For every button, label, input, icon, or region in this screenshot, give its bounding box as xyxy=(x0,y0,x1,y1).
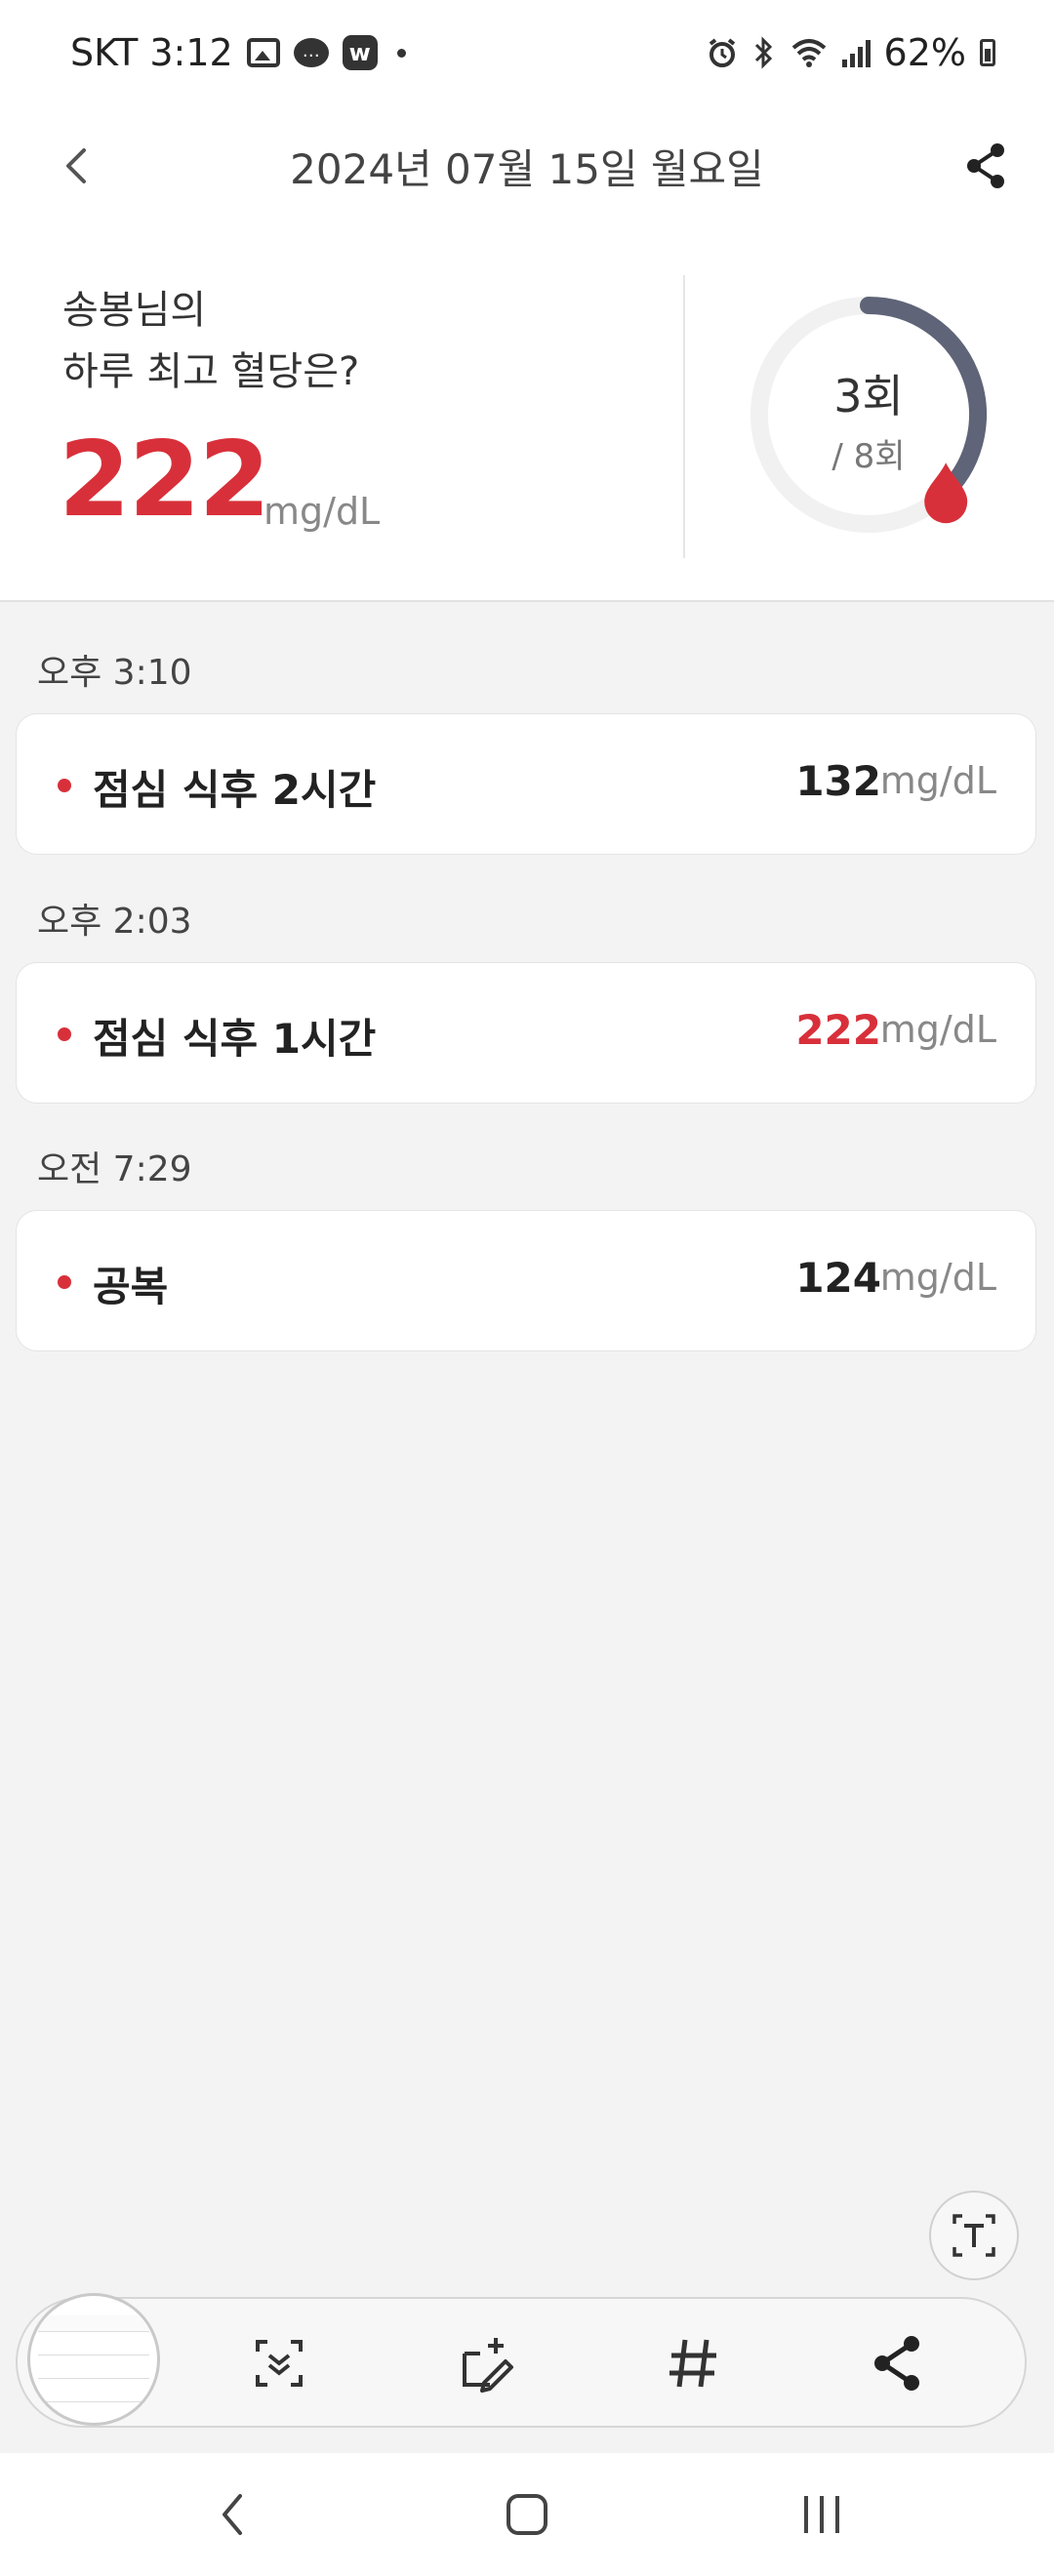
glucose-entry[interactable]: 점심 식후 2시간 132 mg/dL xyxy=(16,713,1036,855)
edit-crop-button[interactable] xyxy=(451,2328,521,2398)
entry-value: 132 xyxy=(795,757,881,805)
entry-label: 공복 xyxy=(93,1263,169,1310)
alarm-icon xyxy=(709,38,735,67)
nav-back-button[interactable] xyxy=(195,2480,273,2549)
share-button[interactable] xyxy=(956,137,1015,195)
glucose-entry[interactable]: 점심 식후 1시간 222 mg/dL xyxy=(16,962,1036,1104)
entry-value: 124 xyxy=(795,1254,881,1302)
hashtag-icon xyxy=(669,2339,716,2388)
measurement-count: 3회 xyxy=(833,370,904,423)
battery-percent: 62% xyxy=(883,31,966,74)
nav-home-icon xyxy=(507,2494,547,2535)
max-glucose-value: 222 xyxy=(59,420,270,540)
text-extract-button[interactable] xyxy=(929,2191,1019,2280)
gallery-icon xyxy=(246,38,280,67)
share-icon xyxy=(967,143,1004,188)
dot-icon xyxy=(396,48,406,58)
entry-unit: mg/dL xyxy=(879,1256,996,1299)
nav-home-button[interactable] xyxy=(488,2480,566,2549)
edit-crop-icon xyxy=(463,2338,513,2393)
daily-summary-card: 송봉님의 하루 최고 혈당은? 222 mg/dL 3회 / 8회 xyxy=(0,224,1054,602)
max-glucose-unit: mg/dL xyxy=(264,490,381,533)
screenshot-toolbar xyxy=(16,2293,1027,2428)
entry-label: 점심 식후 2시간 xyxy=(93,766,377,814)
entry-unit: mg/dL xyxy=(879,1008,996,1051)
system-navigation-bar xyxy=(0,2453,1054,2576)
hashtag-button[interactable] xyxy=(658,2328,728,2398)
glucose-entry[interactable]: 공복 124 mg/dL xyxy=(16,1210,1036,1351)
scroll-capture-button[interactable] xyxy=(244,2328,314,2398)
summary-question: 하루 최고 혈당은? xyxy=(62,349,360,394)
toolbar-share-button[interactable] xyxy=(863,2328,933,2398)
summary-greeting: 송봉님의 xyxy=(62,288,207,333)
entry-dot-icon xyxy=(58,1275,71,1289)
entry-dot-icon xyxy=(58,1027,71,1041)
entry-time: 오후 3:10 xyxy=(37,653,192,693)
nav-recents-icon xyxy=(804,2496,839,2533)
text-extract-icon xyxy=(953,2214,995,2257)
status-bar-left: SKT 3:12 … w xyxy=(70,31,406,74)
entry-unit: mg/dL xyxy=(879,759,996,802)
battery-icon xyxy=(980,39,995,66)
nav-back-icon xyxy=(223,2494,242,2535)
carrier-time: SKT 3:12 xyxy=(70,31,233,74)
app-header: 2024년 07월 15일 월요일 xyxy=(0,107,1054,224)
entry-time: 오후 2:03 xyxy=(37,902,192,942)
summary-divider xyxy=(683,275,685,558)
share-icon xyxy=(874,2336,919,2391)
status-bar-right: 62% xyxy=(706,31,995,74)
signal-icon xyxy=(841,38,871,67)
bluetooth-icon xyxy=(754,36,772,69)
entry-label: 점심 식후 1시간 xyxy=(93,1015,377,1063)
screenshot-thumbnail[interactable] xyxy=(27,2293,160,2426)
chat-icon: … xyxy=(293,38,329,67)
measurement-total: / 8회 xyxy=(831,437,906,476)
scroll-capture-icon xyxy=(256,2340,303,2387)
wifi-icon xyxy=(791,39,826,67)
entry-time: 오전 7:29 xyxy=(37,1149,192,1189)
status-bar: SKT 3:12 … w 62% xyxy=(0,0,1054,107)
entry-value: 222 xyxy=(795,1006,881,1054)
page-title: 2024년 07월 15일 월요일 xyxy=(290,145,764,193)
entry-dot-icon xyxy=(58,779,71,792)
nav-recents-button[interactable] xyxy=(783,2480,861,2549)
w-app-icon: w xyxy=(342,35,378,70)
